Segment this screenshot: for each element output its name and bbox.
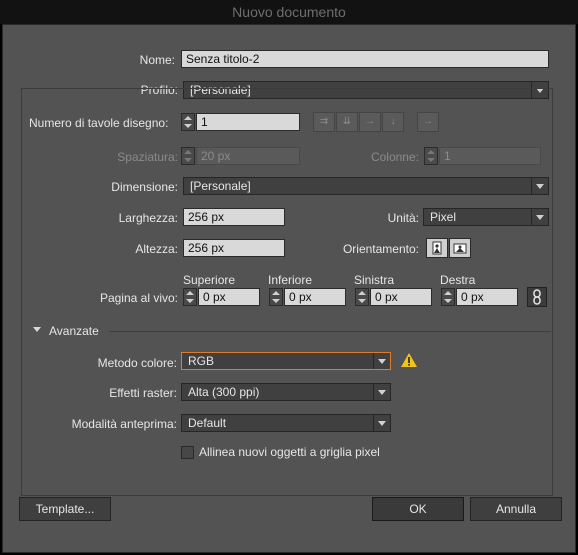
size-value: [Personale] — [190, 179, 251, 193]
color-mode-select[interactable]: RGB — [181, 352, 391, 370]
bleed-top-stepper[interactable] — [183, 288, 197, 306]
portrait-orientation-icon[interactable] — [426, 238, 448, 258]
spacing-field: 20 px — [196, 147, 300, 165]
chevron-down-icon — [531, 178, 548, 194]
spacing-label: Spaziatura: — [117, 150, 178, 164]
raster-effects-select[interactable]: Alta (300 ppi) — [181, 383, 391, 401]
portrait-icon — [432, 241, 442, 255]
bleed-top-label: Superiore — [183, 273, 236, 287]
advanced-label[interactable]: Avanzate — [49, 324, 99, 338]
chevron-down-icon — [373, 353, 390, 369]
grid-by-row-icon[interactable]: ⇉ — [313, 112, 335, 132]
raster-effects-label: Effetti raster: — [109, 386, 177, 400]
bleed-label: Pagina al vivo: — [99, 291, 178, 305]
units-select[interactable]: Pixel — [423, 208, 549, 226]
window-title: Nuovo documento — [0, 0, 578, 24]
arrange-by-column-icon[interactable]: ↓ — [382, 112, 404, 132]
artboards-count-label: Numero di tavole disegno: — [29, 116, 169, 130]
cancel-button[interactable]: Annulla — [470, 497, 562, 521]
bleed-left-field[interactable]: 0 px — [370, 288, 432, 306]
size-select[interactable]: [Personale] — [183, 177, 549, 195]
name-label: Nome: — [139, 53, 175, 67]
preview-mode-value: Default — [188, 416, 227, 430]
bleed-bottom-field[interactable]: 0 px — [284, 288, 346, 306]
arrange-by-row-icon[interactable]: → — [359, 112, 381, 132]
template-button[interactable]: Template... — [19, 497, 111, 521]
new-document-dialog: Nome: Senza titolo-2 Profilo: [Personale… — [2, 24, 576, 553]
bleed-right-label: Destra — [440, 273, 476, 287]
spacing-stepper — [181, 147, 195, 165]
columns-stepper — [424, 147, 438, 165]
columns-field: 1 — [439, 147, 541, 165]
align-pixel-grid-checkbox[interactable] — [181, 446, 194, 459]
align-pixel-grid-label: Allinea nuovi oggetti a griglia pixel — [199, 445, 380, 459]
warning-icon[interactable] — [401, 353, 417, 367]
landscape-orientation-icon[interactable] — [449, 238, 471, 258]
bleed-right-field[interactable]: 0 px — [456, 288, 518, 306]
chevron-down-icon — [373, 384, 390, 400]
chain-link-icon — [533, 289, 541, 305]
height-label: Altezza: — [135, 242, 178, 256]
width-field[interactable]: 256 px — [183, 208, 285, 226]
columns-label: Colonne: — [370, 150, 419, 164]
chevron-down-icon — [373, 415, 390, 431]
size-label: Dimensione: — [111, 180, 178, 194]
link-bleed-button[interactable] — [527, 287, 547, 307]
units-value: Pixel — [430, 210, 457, 224]
height-field[interactable]: 256 px — [183, 239, 285, 257]
bleed-left-label: Sinistra — [354, 273, 395, 287]
bleed-right-stepper[interactable] — [441, 288, 455, 306]
bleed-top-field[interactable]: 0 px — [198, 288, 260, 306]
width-label: Larghezza: — [118, 211, 178, 225]
ok-button[interactable]: OK — [372, 497, 464, 521]
advanced-divider — [109, 331, 551, 332]
grid-by-column-icon[interactable]: ⇊ — [336, 112, 358, 132]
bleed-bottom-label: Inferiore — [268, 273, 313, 287]
artboards-count-stepper[interactable] — [181, 113, 195, 131]
raster-effects-value: Alta (300 ppi) — [188, 385, 260, 399]
name-field[interactable]: Senza titolo-2 — [181, 50, 549, 68]
orientation-label: Orientamento: — [342, 242, 419, 256]
color-mode-value: RGB — [188, 354, 215, 368]
artboards-count-field[interactable]: 1 — [196, 113, 300, 131]
units-label: Unità: — [387, 211, 419, 225]
color-mode-label: Metodo colore: — [97, 356, 177, 370]
preview-mode-select[interactable]: Default — [181, 414, 391, 432]
bleed-left-stepper[interactable] — [355, 288, 369, 306]
chevron-down-icon — [531, 209, 548, 225]
preview-mode-label: Modalità anteprima: — [71, 417, 177, 431]
collapse-triangle-icon[interactable] — [33, 327, 41, 332]
bleed-bottom-stepper[interactable] — [269, 288, 283, 306]
layout-direction-icon[interactable]: → — [417, 112, 439, 132]
landscape-icon — [453, 243, 467, 254]
